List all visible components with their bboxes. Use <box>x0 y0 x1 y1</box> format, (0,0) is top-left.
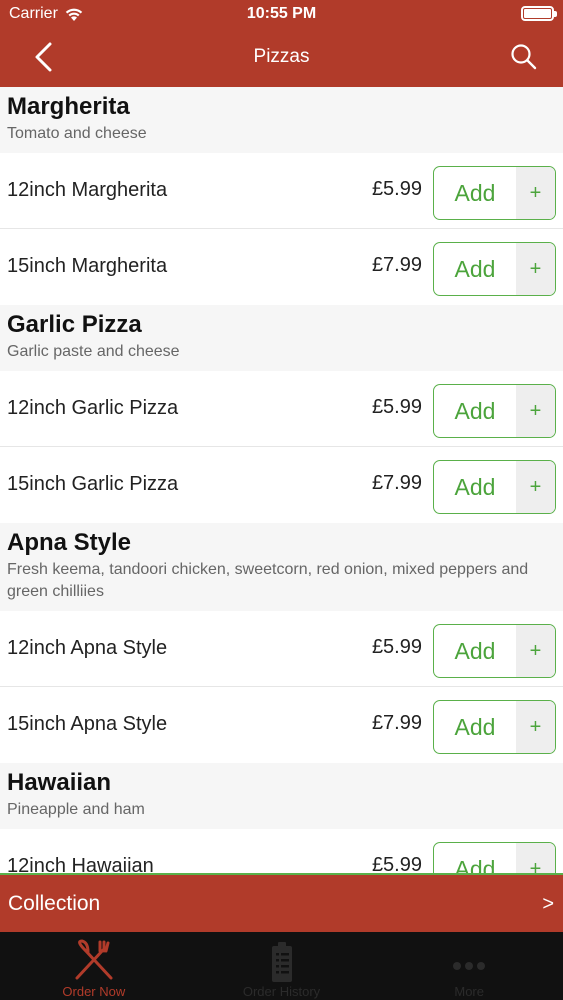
item-name: 12inch Hawaiian <box>7 855 154 873</box>
item-price: £5.99 <box>371 396 422 418</box>
add-button-label: Add <box>454 637 496 664</box>
category-title: Hawaiian <box>7 769 112 796</box>
plus-icon: + <box>516 843 555 873</box>
category-header: Apna Style Fresh keema, tandoori chicken,… <box>0 523 563 611</box>
add-to-order-button[interactable]: Add + <box>433 700 556 754</box>
fork-knife-icon <box>75 939 113 980</box>
chevron-right-icon: > <box>542 893 554 915</box>
receipt-icon <box>271 942 292 982</box>
tab-label: Order Now <box>62 984 126 999</box>
item-list: 12inch Garlic Pizza £5.99 Add +15inch Garli… <box>0 371 563 523</box>
item-price: £7.99 <box>371 712 422 734</box>
category-header: Hawaiian Pineapple and ham <box>0 763 563 829</box>
back-button[interactable] <box>28 40 60 74</box>
add-button-label: Add <box>454 255 496 282</box>
status-bar: Carrier 10:55 PM <box>0 0 563 30</box>
menu-item-row: 15inch Garlic Pizza £7.99 Add + <box>0 447 563 523</box>
tab-label: Order History <box>242 984 321 999</box>
plus-icon: + <box>516 243 555 295</box>
menu-item-row: 12inch Apna Style £5.99 Add + <box>0 611 563 687</box>
item-price: £5.99 <box>371 636 422 658</box>
category-description: Tomato and cheese <box>7 125 147 142</box>
category-title: Apna Style <box>7 529 132 556</box>
item-name: 12inch Apna Style <box>7 637 168 659</box>
plus-icon: + <box>516 167 555 219</box>
item-price: £7.99 <box>371 472 422 494</box>
add-to-order-button[interactable]: Add + <box>433 624 556 678</box>
item-name: 15inch Margherita <box>7 255 168 277</box>
nav-bar: Pizzas <box>0 30 563 87</box>
add-button-label: Add <box>454 473 496 500</box>
item-list: 12inch Hawaiian £5.99 Add + <box>0 829 563 873</box>
category-header: Garlic Pizza Garlic paste and cheese <box>0 305 563 371</box>
category-title: Garlic Pizza <box>7 311 142 338</box>
plus-icon: + <box>516 385 555 437</box>
category-header: Margherita Tomato and cheese <box>0 87 563 153</box>
chevron-left-icon <box>35 42 52 72</box>
add-to-order-button[interactable]: Add + <box>433 842 556 873</box>
collection-button[interactable]: Collection > <box>0 873 563 932</box>
tab-more[interactable]: More <box>375 932 563 1000</box>
item-name: 15inch Apna Style <box>7 713 168 735</box>
tab-order-now[interactable]: Order Now <box>0 932 188 1000</box>
item-price: £5.99 <box>371 178 422 200</box>
item-name: 12inch Garlic Pizza <box>7 397 179 419</box>
add-to-order-button[interactable]: Add + <box>433 166 556 220</box>
add-to-order-button[interactable]: Add + <box>433 384 556 438</box>
add-to-order-button[interactable]: Add + <box>433 242 556 296</box>
category-description: Pineapple and ham <box>7 801 145 818</box>
add-button-label: Add <box>454 179 496 206</box>
tab-order-history[interactable]: Order History <box>188 932 376 1000</box>
plus-icon: + <box>516 625 555 677</box>
menu-item-row: 12inch Hawaiian £5.99 Add + <box>0 829 563 873</box>
plus-icon: + <box>516 701 555 753</box>
item-list: 12inch Apna Style £5.99 Add +15inch Apna St… <box>0 611 563 763</box>
status-time: 10:55 PM <box>246 5 317 22</box>
add-to-order-button[interactable]: Add + <box>433 460 556 514</box>
page-title: Pizzas <box>253 46 310 67</box>
pizza-menu-list[interactable]: Margherita Tomato and cheese 12inch Marghe… <box>0 87 563 873</box>
item-price: £5.99 <box>371 854 422 873</box>
category-description: Fresh keema, tandoori chicken, sweetcorn… <box>7 561 529 600</box>
menu-item-row: 12inch Margherita £5.99 Add + <box>0 153 563 229</box>
item-price: £7.99 <box>371 254 422 276</box>
add-button-label: Add <box>454 397 496 424</box>
item-name: 12inch Margherita <box>7 179 168 201</box>
battery-icon <box>521 6 557 21</box>
category-description: Garlic paste and cheese <box>7 343 180 360</box>
search-icon <box>511 44 537 70</box>
app-header: Carrier 10:55 PM Pizzas <box>0 0 563 87</box>
tab-bar: Order Now Order History More <box>0 932 563 1000</box>
add-button-label: Add <box>454 713 496 740</box>
collection-label: Collection <box>8 892 101 915</box>
add-button-label: Add <box>454 855 496 874</box>
more-dots-icon <box>453 962 486 970</box>
menu-item-row: 15inch Margherita £7.99 Add + <box>0 229 563 305</box>
tab-label: More <box>454 984 484 999</box>
menu-item-row: 15inch Apna Style £7.99 Add + <box>0 687 563 763</box>
item-list: 12inch Margherita £5.99 Add +15inch Margher… <box>0 153 563 305</box>
search-button[interactable] <box>509 42 539 72</box>
category-title: Margherita <box>7 93 130 120</box>
plus-icon: + <box>516 461 555 513</box>
menu-item-row: 12inch Garlic Pizza £5.99 Add + <box>0 371 563 447</box>
item-name: 15inch Garlic Pizza <box>7 473 179 495</box>
